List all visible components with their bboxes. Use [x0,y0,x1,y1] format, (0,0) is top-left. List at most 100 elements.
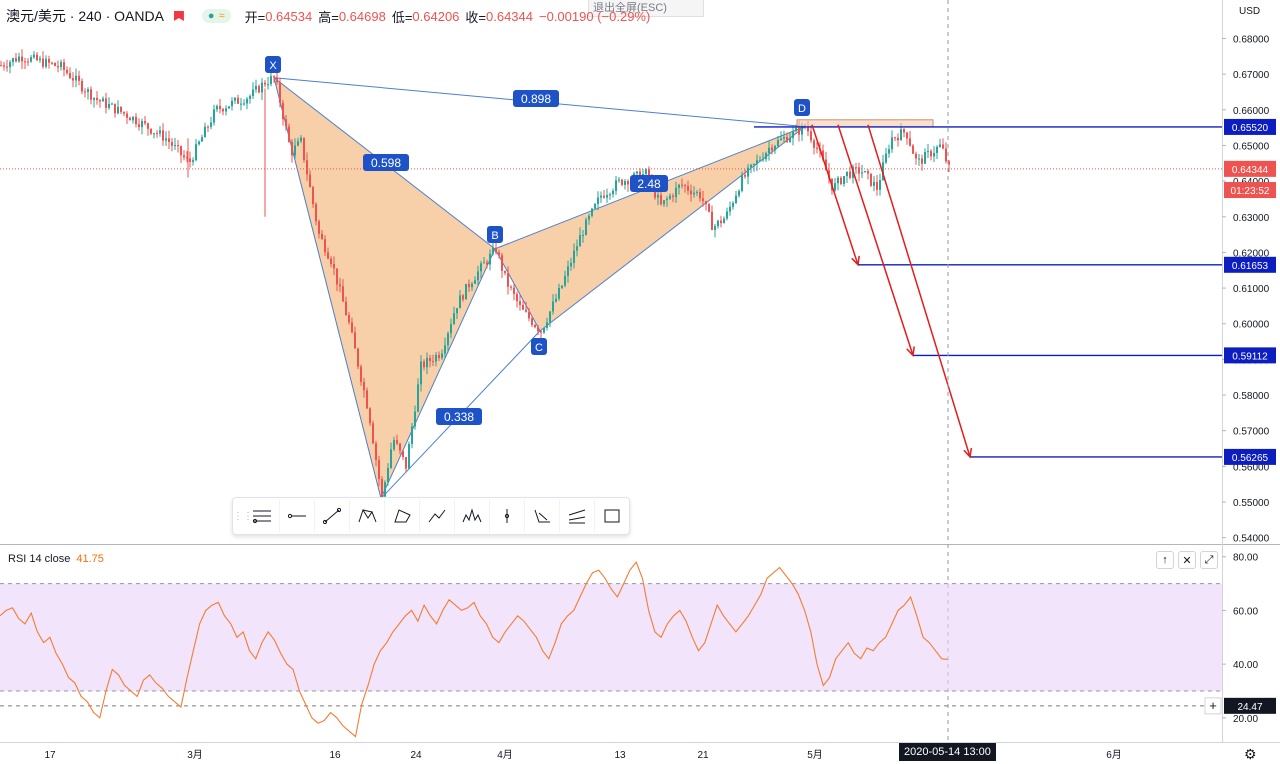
xabcd-pattern-icon[interactable] [350,499,385,533]
price-tick-label: 0.68000 [1233,35,1270,46]
candle-body [498,252,500,256]
candle-body [567,266,569,276]
vertical-line-icon[interactable] [490,499,525,533]
candle-body [447,333,449,346]
candle-body [336,268,338,285]
candle-body [435,354,437,362]
candle-body [396,440,398,444]
candle-body [168,138,170,143]
candle-body [6,66,8,68]
candle-body [0,65,2,67]
candle-body [588,215,590,220]
candle-body [333,263,335,269]
candle-body [477,271,479,281]
head-shoulders-icon[interactable] [455,499,490,533]
candle-body [363,381,365,391]
candle-body [273,76,275,78]
candle-body [423,361,425,368]
parallel-lines-icon[interactable] [560,499,595,533]
candle-body [582,234,584,236]
horizontal-lines-icon[interactable] [245,499,280,533]
candle-body [183,155,185,158]
candle-body [684,185,686,187]
candle-body [495,247,497,253]
candle-body [18,56,20,62]
move-up-icon[interactable]: ↑ [1156,551,1174,569]
candle-body [267,84,269,86]
candle-body [300,137,302,142]
candle-body [120,106,122,112]
candle-body [39,58,41,61]
candle-body [321,233,323,240]
candle-body [537,327,539,332]
candle-body [519,301,521,305]
candle-body [849,171,851,178]
candle-body [483,262,485,264]
change-value: −0.00190 (−0.29%) [539,8,651,24]
candle-body [354,332,356,349]
maximize-icon[interactable]: ⤢ [1200,551,1218,569]
time-tick-label: 16 [329,750,341,761]
candle-body [420,361,422,385]
candle-body [105,98,107,108]
candle-body [282,102,284,120]
candle-body [30,57,32,62]
triangle-pattern-icon[interactable] [385,499,420,533]
candle-body [840,177,842,185]
projection-arrow [867,124,971,458]
abcd-pattern-icon[interactable] [420,499,455,533]
candle-body [897,137,899,141]
candle-body [288,126,290,143]
candle-body [123,111,125,114]
candle-body [606,195,608,198]
candle-body [24,61,26,63]
candle-body [777,140,779,147]
candle-body [150,128,152,134]
currency-label[interactable]: USD [1236,6,1264,17]
projection-arrow [811,124,859,266]
drag-handle-icon[interactable]: ⋮⋮ [233,511,253,522]
candle-body [243,103,245,105]
candle-body [858,167,860,174]
candle-body [297,141,299,146]
candle-body [426,357,428,368]
flag-icon[interactable] [173,11,184,21]
candle-body [357,348,359,367]
time-tick-label: 13 [614,750,626,761]
candle-body [60,62,62,68]
candle-body [171,142,173,146]
candle-body [237,97,239,104]
candle-body [51,62,53,64]
candle-body [441,353,443,359]
rsi-tick-label: 20.00 [1233,714,1258,725]
close-label: 收= [465,9,486,25]
candle-body [732,202,734,207]
candle-body [15,58,17,62]
status-pill[interactable]: ● ≈ [201,9,231,23]
candle-body [219,105,221,110]
trend-line-icon[interactable] [315,499,350,533]
close-icon[interactable]: ✕ [1178,551,1196,569]
candle-body [57,65,59,68]
ratio-label-bd: 2.48 [637,177,661,191]
candle-body [270,76,272,85]
candle-body [330,258,332,264]
elliott-wave-icon[interactable] [525,499,560,533]
symbol-title[interactable]: 澳元/美元 · 240 · OANDA [6,6,164,26]
candle-body [75,75,77,81]
candle-body [507,272,509,287]
candle-body [591,208,593,216]
candle-body [42,58,44,67]
settings-gear-icon[interactable]: ⚙ [1244,746,1257,763]
candle-body [276,77,278,83]
rsi-legend[interactable]: RSI 14 close 41.75 [8,553,104,565]
rsi-tick-label: 80.00 [1233,553,1258,564]
candle-body [399,443,401,451]
horizontal-ray-icon[interactable] [280,499,315,533]
price-tick-label: 0.54000 [1233,534,1270,545]
candle-body [216,105,218,110]
chart-canvas[interactable]: 0.680000.670000.660000.650000.640000.630… [0,0,1280,764]
rectangle-icon[interactable] [595,499,629,533]
candle-body [501,255,503,271]
candle-body [570,262,572,267]
